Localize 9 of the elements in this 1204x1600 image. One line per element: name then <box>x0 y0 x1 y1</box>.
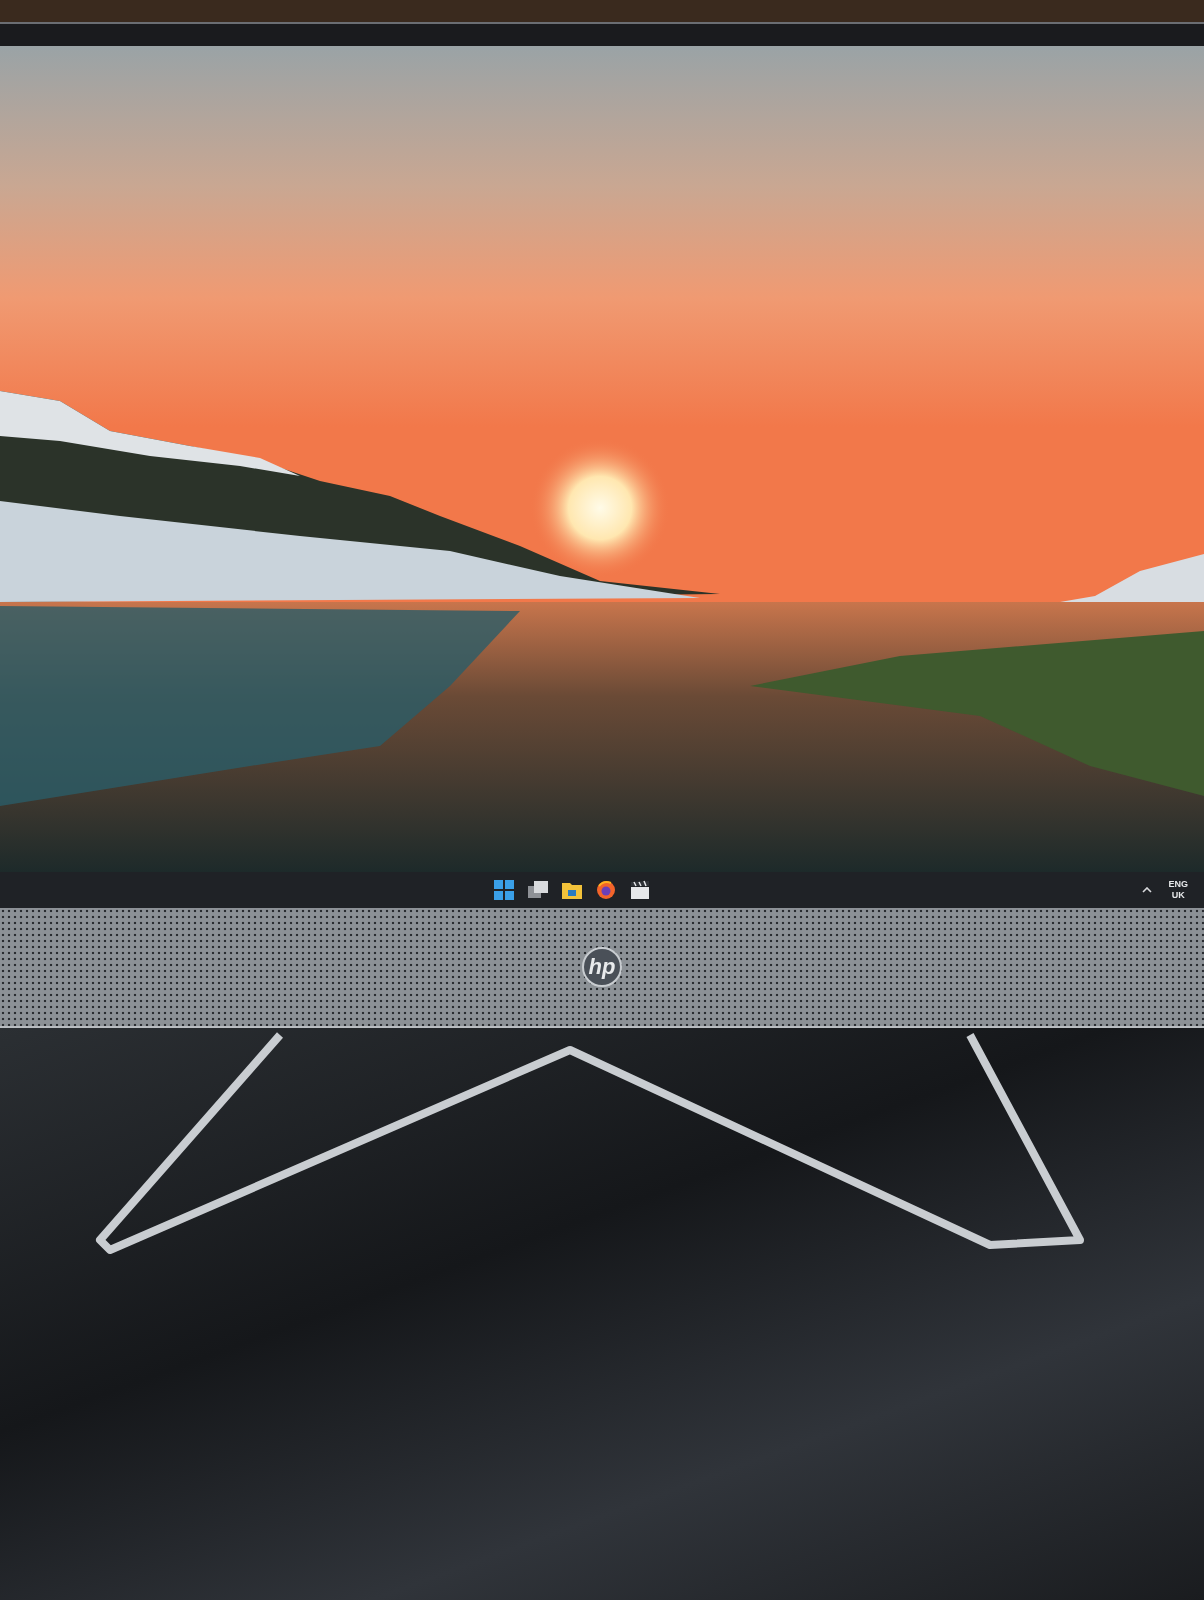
language-indicator[interactable]: ENG UK <box>1168 879 1188 901</box>
language-code: ENG <box>1168 879 1188 890</box>
browser-icon[interactable] <box>596 880 616 900</box>
task-view-icon[interactable] <box>528 881 548 899</box>
brand-logo: hp <box>582 947 622 987</box>
windows-start-icon[interactable] <box>494 880 514 900</box>
caret-up-icon[interactable] <box>1142 887 1153 893</box>
folder-icon[interactable] <box>562 881 582 899</box>
clapperboard-icon[interactable] <box>630 880 650 900</box>
